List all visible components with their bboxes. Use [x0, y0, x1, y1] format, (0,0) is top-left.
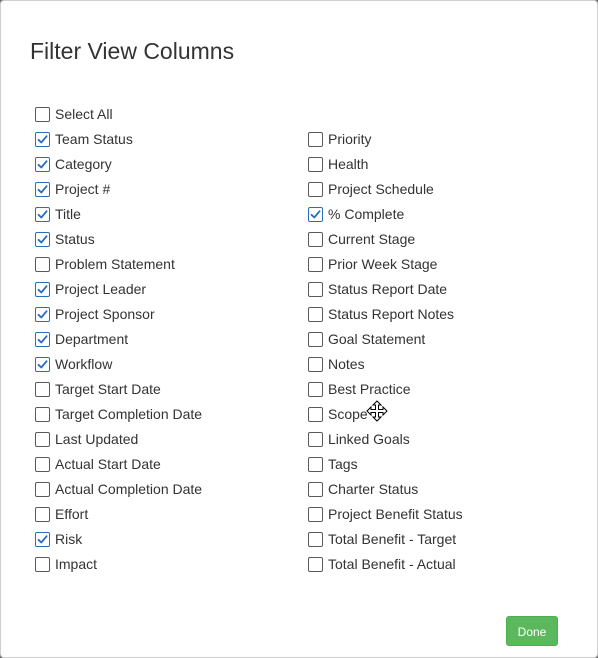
checkmark-icon: [37, 535, 48, 544]
option-label: Linked Goals: [328, 431, 410, 447]
option-label: Workflow: [55, 356, 113, 372]
option-label: Total Benefit - Target: [328, 531, 457, 547]
checkmark-icon: [310, 210, 321, 219]
checkbox-workflow[interactable]: [35, 357, 50, 372]
checkbox-project-leader[interactable]: [35, 282, 50, 297]
checkbox-total-benefit-target[interactable]: [308, 532, 323, 547]
option-label: Prior Week Stage: [328, 256, 438, 272]
option-label: Charter Status: [328, 481, 419, 497]
checkbox-percent-complete[interactable]: [308, 207, 323, 222]
checkmark-icon: [37, 360, 48, 369]
option-label: Goal Statement: [328, 331, 426, 347]
checkmark-icon: [37, 310, 48, 319]
checkbox-team-status[interactable]: [35, 132, 50, 147]
option-label: % Complete: [328, 206, 405, 222]
option-label: Problem Statement: [55, 256, 175, 272]
option-label: Scope: [328, 406, 368, 422]
checkbox-status-report-date[interactable]: [308, 282, 323, 297]
checkbox-project-schedule[interactable]: [308, 182, 323, 197]
checkbox-category[interactable]: [35, 157, 50, 172]
option-label: Risk: [55, 531, 83, 547]
checkbox-project-number[interactable]: [35, 182, 50, 197]
checkmark-icon: [37, 160, 48, 169]
checkmark-icon: [37, 235, 48, 244]
option-label: Project Schedule: [328, 181, 434, 197]
checkbox-problem-statement[interactable]: [35, 257, 50, 272]
option-label: Total Benefit - Actual: [328, 556, 456, 572]
checkbox-title[interactable]: [35, 207, 50, 222]
checkbox-priority[interactable]: [308, 132, 323, 147]
option-label: Project #: [55, 181, 111, 197]
option-label: Project Sponsor: [55, 306, 155, 322]
option-label: Status Report Notes: [328, 306, 455, 322]
dialog-title: Filter View Columns: [30, 38, 235, 64]
checkbox-linked-goals[interactable]: [308, 432, 323, 447]
filter-view-columns-dialog: Filter View Columns Select All Team Stat…: [0, 0, 598, 658]
checkbox-project-benefit-status[interactable]: [308, 507, 323, 522]
checkbox-project-sponsor[interactable]: [35, 307, 50, 322]
checkbox-effort[interactable]: [35, 507, 50, 522]
option-label: Team Status: [55, 131, 133, 147]
checkbox-impact[interactable]: [35, 557, 50, 572]
checkbox-status-report-notes[interactable]: [308, 307, 323, 322]
checkbox-current-stage[interactable]: [308, 232, 323, 247]
option-label: Current Stage: [328, 231, 416, 247]
option-label: Project Benefit Status: [328, 506, 463, 522]
checkbox-goal-statement[interactable]: [308, 332, 323, 347]
option-label: Title: [55, 206, 81, 222]
option-label: Best Practice: [328, 381, 411, 397]
checkmark-icon: [37, 285, 48, 294]
checkbox-actual-start-date[interactable]: [35, 457, 50, 472]
checkbox-scope[interactable]: [308, 407, 323, 422]
option-label: Priority: [328, 131, 372, 147]
option-label: Status: [55, 231, 95, 247]
checkmark-icon: [37, 210, 48, 219]
option-label: Target Completion Date: [55, 406, 203, 422]
option-label: Department: [55, 331, 129, 347]
move-cursor-icon: [366, 400, 388, 422]
checkbox-department[interactable]: [35, 332, 50, 347]
checkbox-actual-completion-date[interactable]: [35, 482, 50, 497]
checkbox-target-completion-date[interactable]: [35, 407, 50, 422]
option-label: Category: [55, 156, 112, 172]
select-all-checkbox[interactable]: [35, 107, 50, 122]
checkbox-notes[interactable]: [308, 357, 323, 372]
option-label: Impact: [55, 556, 98, 572]
checkbox-best-practice[interactable]: [308, 382, 323, 397]
option-label: Tags: [328, 456, 358, 472]
option-label: Effort: [55, 506, 89, 522]
option-label: Status Report Date: [328, 281, 448, 297]
option-label: Last Updated: [55, 431, 139, 447]
option-label: Actual Start Date: [55, 456, 161, 472]
option-label: Project Leader: [55, 281, 147, 297]
checkbox-last-updated[interactable]: [35, 432, 50, 447]
checkmark-icon: [37, 185, 48, 194]
checkmark-icon: [37, 135, 48, 144]
checkbox-total-benefit-actual[interactable]: [308, 557, 323, 572]
checkmark-icon: [37, 335, 48, 344]
option-label: Health: [328, 156, 369, 172]
checkbox-status[interactable]: [35, 232, 50, 247]
option-label: Actual Completion Date: [55, 481, 203, 497]
checkbox-prior-week-stage[interactable]: [308, 257, 323, 272]
option-label: Target Start Date: [55, 381, 161, 397]
checkbox-tags[interactable]: [308, 457, 323, 472]
checkbox-risk[interactable]: [35, 532, 50, 547]
checkbox-charter-status[interactable]: [308, 482, 323, 497]
done-button[interactable]: Done: [506, 616, 558, 646]
select-all-label: Select All: [55, 106, 113, 122]
option-label: Notes: [328, 356, 365, 372]
checkbox-target-start-date[interactable]: [35, 382, 50, 397]
checkbox-health[interactable]: [308, 157, 323, 172]
